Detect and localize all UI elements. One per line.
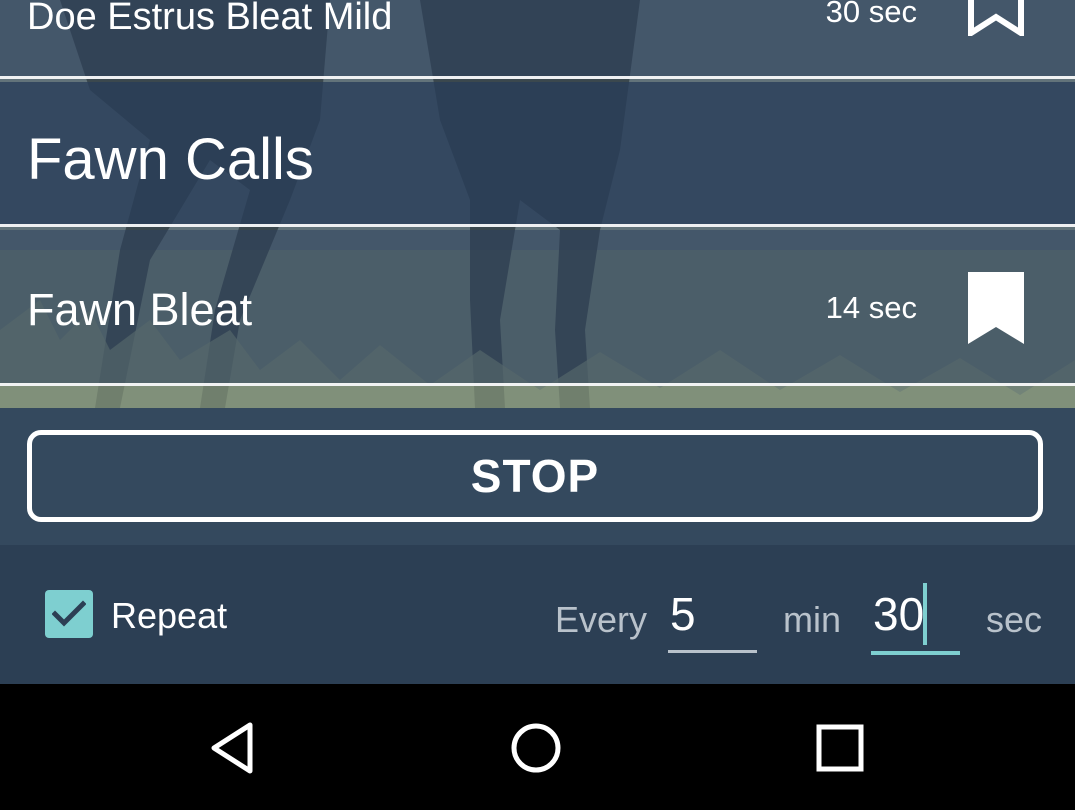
recents-square-icon[interactable] (812, 720, 868, 776)
back-triangle-icon[interactable] (206, 720, 262, 776)
list-item[interactable]: Doe Estrus Bleat Mild 30 sec (0, 0, 1075, 79)
sound-duration: 30 sec (825, 0, 917, 29)
seconds-value: 30 (873, 588, 925, 640)
repeat-label: Repeat (111, 595, 228, 636)
bookmark-outline-icon[interactable] (968, 0, 1024, 36)
repeat-panel: Repeat Every 5 min 30 sec (0, 545, 1075, 684)
sec-label: sec (986, 599, 1043, 640)
seconds-input[interactable]: 30 (871, 545, 960, 655)
category-header: Fawn Calls (0, 82, 1075, 227)
category-title: Fawn Calls (27, 127, 314, 192)
system-navbar (0, 684, 1075, 810)
minutes-input[interactable]: 5 (668, 545, 757, 653)
stop-panel: STOP (0, 408, 1075, 545)
every-label: Every (555, 599, 648, 640)
repeat-checkbox[interactable] (45, 590, 93, 638)
sound-duration: 14 sec (825, 290, 917, 325)
sound-title: Doe Estrus Bleat Mild (27, 0, 393, 38)
text-cursor (923, 583, 927, 645)
stop-button[interactable]: STOP (27, 430, 1043, 522)
home-circle-icon[interactable] (508, 720, 564, 776)
check-icon (52, 600, 86, 627)
bookmark-filled-icon[interactable] (968, 272, 1024, 344)
list-item[interactable]: Fawn Bleat 14 sec (0, 230, 1075, 386)
minutes-value: 5 (670, 588, 696, 640)
sound-title: Fawn Bleat (27, 284, 253, 335)
min-label: min (783, 599, 842, 640)
sound-list: Doe Estrus Bleat Mild 30 sec Fawn Calls … (0, 0, 1075, 408)
